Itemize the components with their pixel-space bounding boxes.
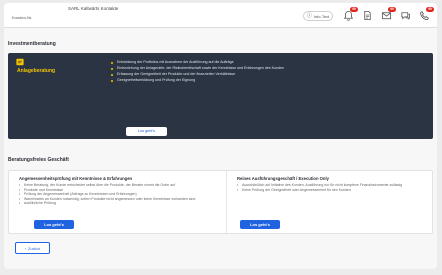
execution-only-bullet-list: Ausschließlich auf Initiative des Kunden… bbox=[237, 183, 427, 192]
info-icon: ⓘ bbox=[306, 12, 312, 19]
suitability-title: Angemessenheitsprüfung mit Kenntnisse & … bbox=[19, 176, 133, 181]
list-item: Erfassung der Geeignetheit der Produkte … bbox=[111, 72, 401, 77]
list-item: Geeignetheitserklärung und Prüfung der E… bbox=[111, 78, 401, 83]
top-bar: SARL Kaltwärts Kontakte Kunden-Nr. ⓘ Inf… bbox=[4, 3, 437, 28]
phone-badge: 99 bbox=[426, 7, 434, 12]
info-text-button[interactable]: ⓘ Info-Text bbox=[303, 11, 333, 21]
bell-icon[interactable]: 99 bbox=[343, 7, 358, 21]
mail-badge: 99 bbox=[388, 7, 396, 12]
customer-name: SARL Kaltwärts Kontakte bbox=[68, 6, 119, 11]
advisory-bullet-list: Entwicklung der Portfolios mit Ausnahme … bbox=[111, 60, 401, 84]
phone-icon[interactable]: 99 bbox=[419, 7, 434, 21]
document-icon[interactable] bbox=[362, 10, 373, 21]
suitability-start-button[interactable]: Los geht's bbox=[34, 220, 74, 229]
non-advisory-card: Angemessenheitsprüfung mit Kenntnisse & … bbox=[8, 170, 433, 234]
mail-icon[interactable]: 99 bbox=[381, 7, 396, 21]
back-label: Zurück bbox=[28, 245, 41, 251]
advisory-title: Anlageberatung bbox=[17, 68, 56, 74]
bell-badge: 99 bbox=[350, 7, 358, 12]
suitability-column: Angemessenheitsprüfung mit Kenntnisse & … bbox=[19, 176, 219, 206]
advisory-card: Anlageberatung Entwicklung der Portfolio… bbox=[8, 53, 433, 139]
list-item: Einbeziehung der Anlageziele, der Risiko… bbox=[111, 66, 401, 71]
header-icon-bar: 99 99 99 bbox=[343, 7, 437, 23]
column-divider bbox=[226, 171, 227, 233]
chevron-left-icon: ‹ bbox=[24, 245, 27, 251]
customer-number-label: Kunden-Nr. bbox=[12, 15, 33, 20]
list-item: Keine Prüfung der Geeignetheit oder Ange… bbox=[237, 188, 427, 193]
info-text-label: Info-Text bbox=[313, 13, 330, 19]
back-button[interactable]: ‹ Zurück bbox=[15, 242, 50, 254]
app-frame: SARL Kaltwärts Kontakte Kunden-Nr. ⓘ Inf… bbox=[4, 3, 437, 269]
suitability-bullet-list: Keine Beratung, der Kunde entscheidet se… bbox=[19, 183, 219, 206]
investment-section-title: Investmentberatung bbox=[8, 41, 56, 47]
list-item: Entwicklung der Portfolios mit Ausnahme … bbox=[111, 60, 401, 65]
execution-only-start-button[interactable]: Los geht's bbox=[240, 220, 280, 229]
business-section-title: Beratungsfreies Geschäft bbox=[8, 157, 69, 163]
advisory-icon bbox=[16, 58, 24, 66]
execution-only-column: Reines Ausführungsgeschäft / Execution O… bbox=[237, 176, 427, 192]
advisory-start-button[interactable]: Los geht's bbox=[126, 127, 167, 136]
chat-icon[interactable] bbox=[400, 10, 411, 21]
list-item: ausführliche Prüfung bbox=[19, 201, 219, 206]
execution-only-title: Reines Ausführungsgeschäft / Execution O… bbox=[237, 176, 329, 181]
